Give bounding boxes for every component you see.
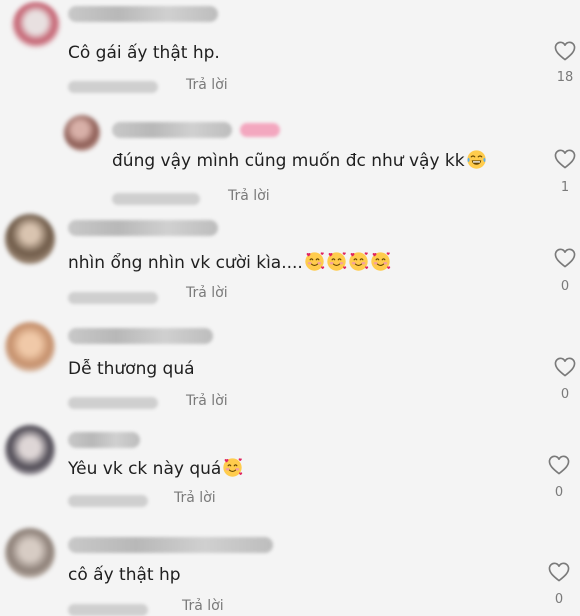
comment-item: đúng vậy mình cũng muốn đc như vậy kk Tr…: [0, 105, 580, 205]
heart-outline-icon[interactable]: [554, 248, 576, 268]
comment-text: nhìn ổng nhìn vk cười kìa....: [68, 251, 391, 274]
avatar[interactable]: [5, 528, 55, 578]
avatar[interactable]: [5, 425, 55, 475]
laughing-tears-emoji: [466, 149, 487, 170]
username[interactable]: [68, 328, 213, 344]
heart-outline-icon[interactable]: [548, 562, 570, 582]
like-count: 1: [560, 180, 570, 195]
comment-item: nhìn ổng nhìn vk cười kìa.... Trả lời 0: [0, 205, 580, 315]
comment-text: Cô gái ấy thật hp.: [68, 43, 220, 63]
reply-button[interactable]: Trả lời: [228, 188, 270, 204]
comment-item: cô ấy thật hp Trả lời 0: [0, 520, 580, 616]
comment-date: [68, 292, 158, 304]
username[interactable]: [68, 537, 273, 553]
comment-date: [68, 397, 158, 409]
smiling-face-with-hearts-emoji: [370, 251, 391, 272]
comment-text: Yêu vk ck này quá: [68, 457, 243, 480]
comment-text: đúng vậy mình cũng muốn đc như vậy kk: [112, 149, 487, 172]
reply-button[interactable]: Trả lời: [174, 490, 216, 506]
avatar[interactable]: [12, 2, 60, 48]
reply-button[interactable]: Trả lời: [182, 598, 224, 614]
comment-date: [68, 81, 158, 93]
comment-text: cô ấy thật hp: [68, 565, 181, 585]
like-count: 0: [560, 279, 570, 294]
heart-outline-icon[interactable]: [554, 357, 576, 377]
username[interactable]: [68, 6, 218, 22]
username[interactable]: [68, 220, 218, 236]
smiling-face-with-hearts-emoji: [222, 457, 243, 478]
comment-item: Yêu vk ck này quá Trả lời 0: [0, 420, 580, 520]
heart-outline-icon[interactable]: [554, 41, 576, 61]
comment-date: [68, 495, 148, 507]
avatar[interactable]: [5, 322, 55, 372]
reply-button[interactable]: Trả lời: [186, 393, 228, 409]
comment-text: Dễ thương quá: [68, 359, 195, 379]
comment-item: Cô gái ấy thật hp. Trả lời 18: [0, 0, 580, 105]
comment-item: Dễ thương quá Trả lời 0: [0, 315, 580, 425]
username[interactable]: [68, 432, 140, 448]
heart-outline-icon[interactable]: [548, 455, 570, 475]
like-count: 18: [556, 70, 574, 85]
like-count: 0: [554, 485, 564, 500]
smiling-face-with-hearts-emoji: [304, 251, 325, 272]
reply-button[interactable]: Trả lời: [186, 285, 228, 301]
reply-button[interactable]: Trả lời: [186, 77, 228, 93]
author-tag: [240, 123, 280, 137]
smiling-face-with-hearts-emoji: [326, 251, 347, 272]
comment-date: [68, 604, 148, 616]
heart-outline-icon[interactable]: [554, 149, 576, 169]
smiling-face-with-hearts-emoji: [348, 251, 369, 272]
like-count: 0: [560, 387, 570, 402]
username[interactable]: [112, 122, 232, 138]
avatar[interactable]: [5, 214, 55, 264]
comment-date: [112, 193, 200, 205]
avatar[interactable]: [64, 115, 100, 151]
like-count: 0: [554, 592, 564, 607]
